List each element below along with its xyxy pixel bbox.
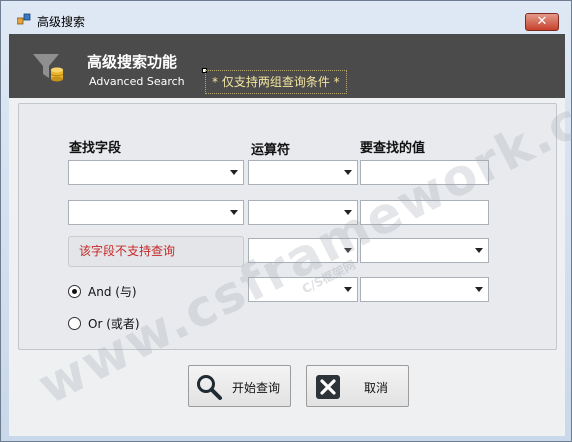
chevron-down-icon bbox=[344, 170, 352, 175]
header-field: 查找字段 bbox=[69, 141, 122, 156]
chevron-down-icon bbox=[344, 287, 352, 292]
chevron-down-icon bbox=[344, 210, 352, 215]
banner-subtitle: Advanced Search bbox=[89, 75, 185, 88]
start-search-button[interactable]: 开始查询 bbox=[188, 365, 291, 407]
app-icon bbox=[17, 13, 31, 25]
and-radio-option[interactable]: And (与) bbox=[68, 282, 137, 300]
header-value: 要查找的值 bbox=[360, 141, 426, 156]
and-label: And (与) bbox=[88, 284, 137, 299]
chevron-down-icon bbox=[344, 248, 352, 253]
advanced-search-window: 高级搜索 ✕ 高级搜索功能 Advanced Search * 仅支持两组查询条… bbox=[0, 0, 572, 442]
magnifier-icon bbox=[197, 375, 222, 400]
value-input-2[interactable] bbox=[360, 200, 489, 225]
value-input-1[interactable] bbox=[360, 160, 489, 185]
criteria-panel: 查找字段 运算符 要查找的值 该字段不支持查询 And (与) Or (或者) bbox=[18, 103, 557, 350]
start-search-label: 开始查询 bbox=[232, 381, 281, 395]
operator-select-2[interactable] bbox=[248, 200, 358, 225]
banner-note: * 仅支持两组查询条件 * bbox=[205, 70, 347, 94]
header-banner: 高级搜索功能 Advanced Search * 仅支持两组查询条件 * bbox=[9, 34, 565, 98]
field-select-2[interactable] bbox=[68, 200, 244, 225]
chevron-down-icon bbox=[230, 210, 238, 215]
unsupported-field-message: 该字段不支持查询 bbox=[68, 236, 244, 267]
or-label: Or (或者) bbox=[88, 316, 140, 331]
close-button[interactable]: ✕ bbox=[525, 13, 559, 31]
funnel-database-icon bbox=[33, 54, 64, 82]
operator-select-4[interactable] bbox=[248, 277, 358, 302]
close-x-icon bbox=[316, 375, 340, 399]
or-radio-option[interactable]: Or (或者) bbox=[68, 314, 140, 332]
value-select-3[interactable] bbox=[360, 238, 489, 263]
cancel-button[interactable]: 取消 bbox=[306, 365, 409, 407]
client-area: 高级搜索功能 Advanced Search * 仅支持两组查询条件 * 查找字… bbox=[9, 34, 572, 436]
or-radio[interactable] bbox=[68, 316, 81, 330]
chevron-down-icon bbox=[475, 248, 483, 253]
cancel-label: 取消 bbox=[364, 381, 389, 395]
and-radio[interactable] bbox=[68, 284, 81, 298]
title-bar[interactable]: 高级搜索 ✕ bbox=[1, 1, 571, 33]
chevron-down-icon bbox=[475, 287, 483, 292]
value-select-4[interactable] bbox=[360, 277, 489, 302]
banner-title: 高级搜索功能 bbox=[87, 53, 178, 71]
chevron-down-icon bbox=[230, 170, 238, 175]
operator-select-3[interactable] bbox=[248, 238, 358, 263]
header-operator: 运算符 bbox=[251, 143, 291, 158]
window-title: 高级搜索 bbox=[37, 15, 86, 29]
field-select-1[interactable] bbox=[68, 160, 244, 185]
operator-select-1[interactable] bbox=[248, 160, 358, 185]
